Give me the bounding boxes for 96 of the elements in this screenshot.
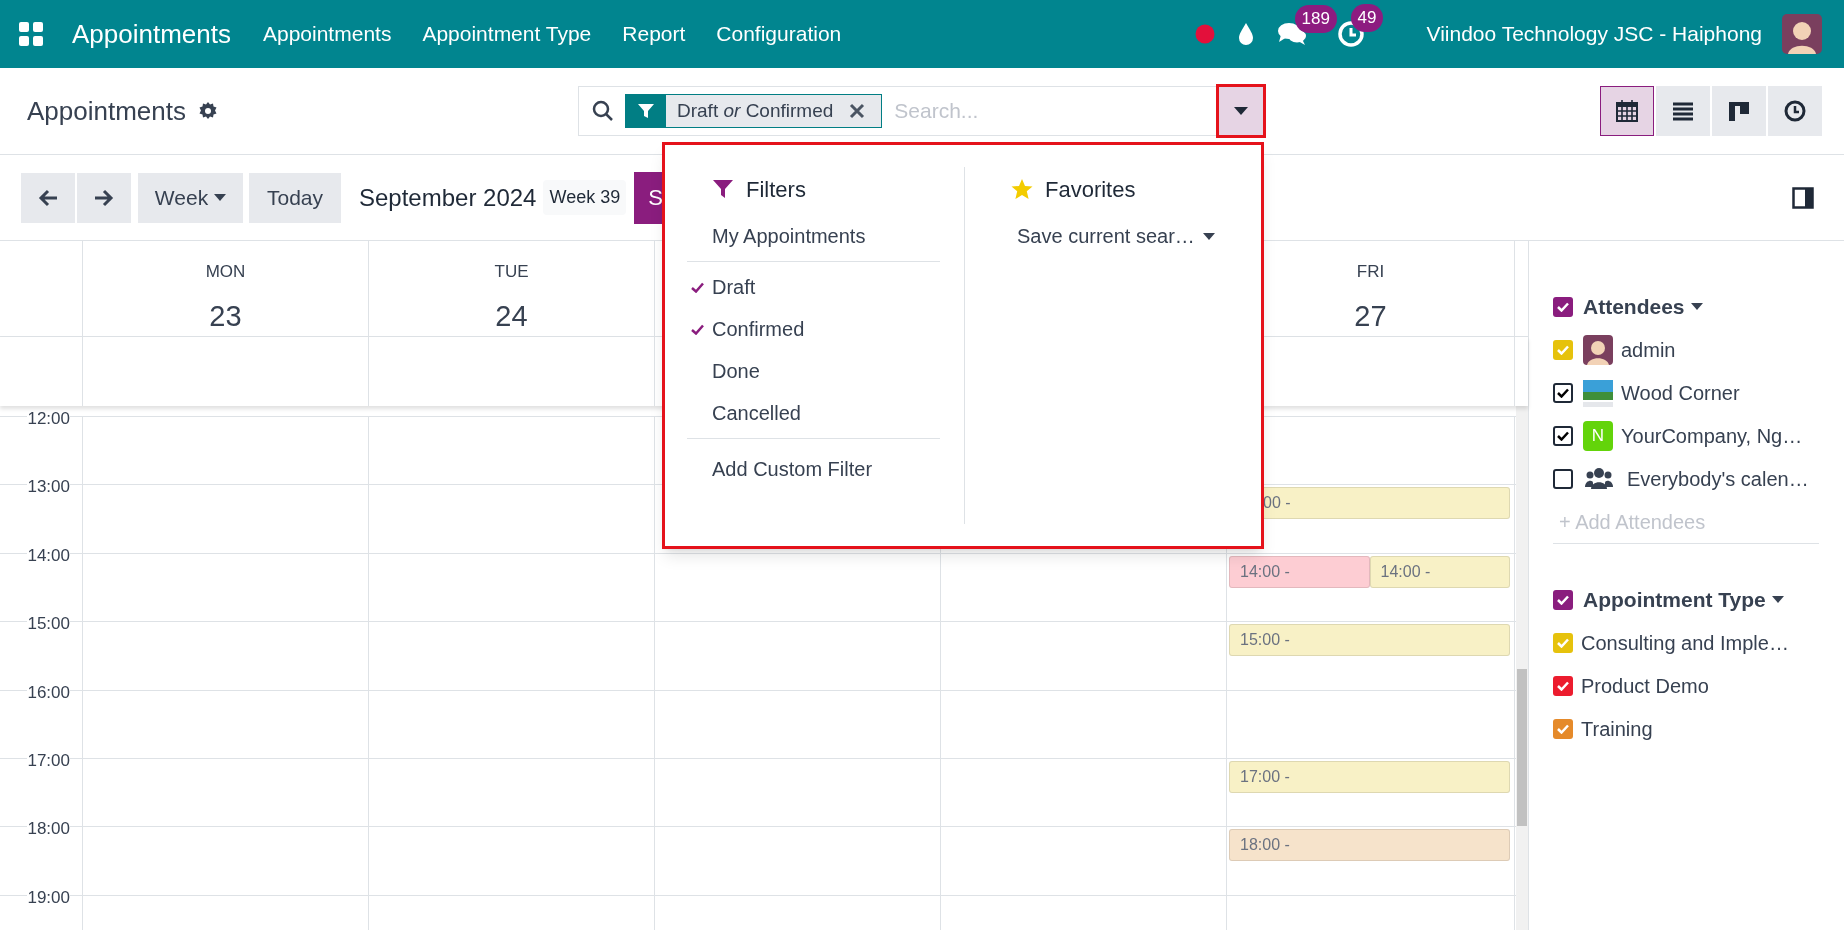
side-panel-icon[interactable] (1792, 186, 1814, 209)
initial-avatar: N (1583, 420, 1613, 451)
group-icon (1585, 466, 1613, 491)
caret-icon[interactable] (1690, 303, 1703, 310)
section-title[interactable]: Attendees (1583, 290, 1685, 323)
drop-icon[interactable] (1236, 22, 1255, 46)
checkmark-icon (1557, 430, 1569, 441)
page-title: Appointments (27, 94, 186, 128)
activity-view-button[interactable] (1768, 86, 1822, 136)
checkmark-icon (1557, 637, 1569, 648)
checkmark-icon (691, 282, 704, 293)
previous-button[interactable] (21, 172, 75, 223)
notification-badge: 49 (1350, 4, 1384, 32)
star-icon (1011, 178, 1033, 200)
filter-icon (637, 102, 655, 120)
checkbox[interactable] (1553, 339, 1573, 360)
section-title[interactable]: Appointment Type (1583, 583, 1766, 616)
caret-icon (1202, 232, 1215, 240)
user-avatar (1583, 334, 1613, 365)
filter-label[interactable]: admin (1621, 334, 1676, 365)
filter-option[interactable]: Done (687, 350, 940, 392)
period-title: September 2024 (359, 182, 537, 213)
filter-label[interactable]: YourCompany, Ng… (1621, 420, 1803, 451)
user-avatar[interactable] (1782, 14, 1822, 54)
day-number: 27 (1354, 298, 1387, 334)
day-of-week: FRI (1356, 261, 1385, 283)
filter-option[interactable]: Confirmed (687, 308, 940, 350)
checkmark-icon (1557, 723, 1569, 734)
today-button[interactable]: Today (249, 172, 341, 223)
checkmark-icon (691, 324, 704, 335)
checkbox[interactable] (1553, 589, 1573, 610)
checkbox[interactable] (1553, 425, 1573, 446)
search-icon (592, 100, 614, 122)
settings-icon[interactable] (198, 101, 218, 121)
menu-item[interactable]: Report (622, 18, 686, 50)
company-name[interactable]: Viindoo Technology JSC - Haiphong (1426, 18, 1762, 50)
checkbox[interactable] (1553, 632, 1573, 653)
filter-option[interactable]: Draft (687, 266, 940, 308)
menu-item[interactable]: Appointments (263, 18, 392, 50)
checkbox[interactable] (1553, 718, 1573, 739)
save-search-toggle[interactable]: Save current sear… (1011, 211, 1215, 261)
arrow-right-icon (94, 188, 114, 207)
day-number: 24 (495, 298, 528, 334)
week-dropdown[interactable]: Week (138, 172, 243, 223)
filter-label[interactable]: Consulting and Imple… (1581, 627, 1789, 658)
clock-icon (1783, 99, 1807, 123)
apps-menu-icon[interactable] (18, 21, 44, 47)
next-button[interactable] (77, 172, 131, 223)
calendar-event[interactable]: 14:00 - (1229, 555, 1370, 588)
checkbox[interactable] (1553, 382, 1573, 403)
filter-option[interactable]: Cancelled (687, 392, 940, 434)
notification-badge: 189 (1294, 5, 1337, 33)
filter-label[interactable]: Wood Corner (1621, 377, 1740, 408)
filter-icon (712, 178, 734, 200)
list-view-button[interactable] (1656, 86, 1710, 136)
checkmark-icon (1557, 301, 1569, 312)
checkbox[interactable] (1553, 296, 1573, 317)
recording-dot-icon[interactable] (1194, 24, 1215, 44)
calendar-event[interactable]: 15:00 - (1229, 624, 1510, 657)
checkmark-icon (1557, 387, 1569, 398)
filter-label[interactable]: Training (1581, 713, 1653, 744)
checkbox[interactable] (1553, 675, 1573, 696)
menu-item[interactable]: Configuration (716, 18, 842, 50)
section-title: Filters (746, 175, 806, 204)
calendar-event[interactable]: 17:00 - (1229, 760, 1510, 793)
scrollbar[interactable] (1516, 406, 1528, 930)
day-number: 23 (209, 298, 242, 334)
filter-option[interactable]: My Appointments (687, 215, 940, 257)
checkmark-icon (1557, 344, 1569, 355)
kanban-view-button[interactable] (1712, 86, 1766, 136)
arrow-left-icon (38, 188, 58, 207)
close-icon[interactable] (849, 103, 866, 119)
calendar-icon (1615, 99, 1639, 123)
calendar-event[interactable]: 14:00 - (1369, 555, 1510, 588)
filter-facet[interactable]: Draft or Confirmed (625, 94, 883, 128)
section-title: Favorites (1045, 175, 1136, 204)
dropdown-toggle[interactable] (1219, 87, 1263, 135)
day-of-week: MON (205, 261, 246, 283)
week-badge: Week 39 (543, 180, 627, 215)
caret-icon (214, 194, 227, 201)
filter-label[interactable]: Product Demo (1581, 670, 1709, 701)
add-custom-filter[interactable]: Add Custom Filter (687, 443, 940, 495)
checkmark-icon (1557, 680, 1569, 691)
calendar-view-button[interactable] (1600, 86, 1654, 136)
kanban-icon (1727, 99, 1751, 123)
app-name[interactable]: Appointments (72, 14, 231, 54)
menu-item[interactable]: Appointment Type (422, 18, 592, 50)
caret-icon[interactable] (1771, 596, 1784, 603)
filter-label[interactable]: Everybody's calen… (1627, 463, 1809, 494)
day-of-week: TUE (494, 261, 529, 283)
search-field[interactable]: Draft or Confirmed Search... (578, 86, 1264, 136)
caret-icon (1234, 107, 1248, 115)
calendar-event[interactable]: 18:00 - (1229, 829, 1510, 862)
checkmark-icon (1557, 594, 1569, 605)
checkbox[interactable] (1553, 468, 1573, 489)
facet-label: Draft or Confirmed (677, 98, 834, 123)
